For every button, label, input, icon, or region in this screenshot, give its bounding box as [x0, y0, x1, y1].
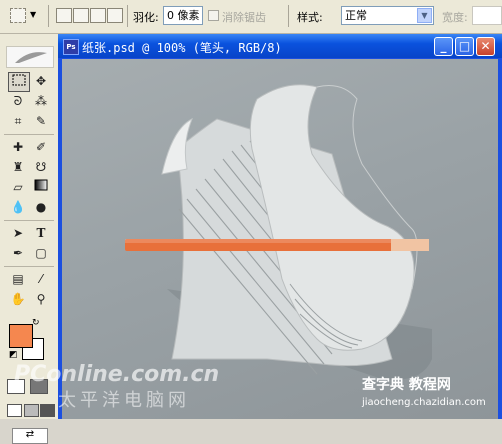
marquee-preset-icon[interactable]	[10, 8, 26, 23]
watermark-left-text: PConline.com.cn	[14, 362, 220, 387]
feather-input[interactable]: 0 像素	[163, 6, 203, 25]
foreground-color-swatch[interactable]	[9, 324, 33, 348]
type-tool-icon[interactable]: T	[31, 224, 51, 242]
divider	[288, 5, 289, 27]
screen-mode-menu-icon[interactable]	[24, 404, 39, 417]
watermark-right-text: 查字典 教程网	[362, 376, 451, 393]
eyedropper-icon[interactable]: ⁄	[31, 270, 51, 288]
clone-stamp-icon[interactable]: ♜	[8, 158, 28, 176]
style-select-value: 正常	[345, 9, 367, 22]
zoom-icon[interactable]: ⚲	[31, 290, 51, 308]
divider	[48, 5, 49, 27]
notes-icon[interactable]: ▤	[8, 270, 28, 288]
slice-icon[interactable]: ✎	[31, 112, 51, 130]
close-button[interactable]: ✕	[476, 37, 495, 56]
width-input[interactable]	[472, 6, 502, 25]
maximize-button[interactable]: □	[455, 37, 474, 56]
antialias-checkbox[interactable]	[208, 10, 219, 21]
move-tool-icon[interactable]: ✥	[31, 72, 51, 90]
style-label: 样式:	[297, 11, 323, 24]
add-selection-icon[interactable]	[73, 8, 89, 23]
blur-icon[interactable]: 💧	[8, 198, 28, 216]
divider	[127, 5, 128, 27]
antialias-label: 消除锯齿	[222, 11, 266, 24]
options-bar: ▼ 羽化: 0 像素 消除锯齿 样式: 正常 ▼ 宽度:	[0, 0, 502, 34]
watermark-left-sub: 太平洋电脑网	[58, 390, 190, 411]
hand-icon[interactable]: ✋	[8, 290, 28, 308]
chevron-down-icon[interactable]: ▼	[30, 10, 36, 19]
divider	[4, 220, 54, 221]
brush-icon[interactable]: ✐	[31, 138, 51, 156]
feather-logo-icon	[6, 46, 54, 68]
magic-wand-icon[interactable]: ⁂	[31, 92, 51, 110]
pencil-tip	[391, 239, 429, 251]
style-select[interactable]: 正常 ▼	[341, 6, 434, 25]
crop-icon[interactable]: ⌗	[8, 112, 28, 130]
divider	[4, 134, 54, 135]
intersect-selection-icon[interactable]	[107, 8, 123, 23]
minimize-button[interactable]: _	[434, 37, 453, 56]
document-titlebar[interactable]: Ps 纸张.psd @ 100% (笔头, RGB/8) _ □ ✕	[58, 34, 502, 58]
lasso-icon[interactable]: ᘐ	[8, 92, 28, 110]
watermark-right-url: jiaocheng.chazidian.com	[361, 397, 486, 408]
pencil-highlight	[125, 239, 413, 243]
document-title: 纸张.psd @ 100% (笔头, RGB/8)	[82, 41, 282, 55]
history-brush-icon[interactable]: ☋	[31, 158, 51, 176]
jump-to-imageready-icon[interactable]: ⇄	[12, 428, 48, 444]
gradient-icon[interactable]	[31, 178, 51, 196]
subtract-selection-icon[interactable]	[90, 8, 106, 23]
chevron-down-icon[interactable]: ▼	[417, 8, 432, 23]
path-selection-icon[interactable]: ➤	[8, 224, 28, 242]
shape-icon[interactable]: ▢	[31, 244, 51, 262]
default-colors-icon[interactable]: ◩	[9, 350, 18, 360]
dodge-icon[interactable]: ●	[31, 198, 51, 216]
screen-mode-icon[interactable]	[7, 404, 22, 417]
healing-brush-icon[interactable]: ✚	[8, 138, 28, 156]
width-label: 宽度:	[442, 11, 468, 24]
feather-label: 羽化:	[133, 11, 159, 24]
full-screen-icon[interactable]	[40, 404, 55, 417]
eraser-icon[interactable]: ▱	[8, 178, 28, 196]
photoshop-doc-icon: Ps	[63, 39, 79, 55]
new-selection-icon[interactable]	[56, 8, 72, 23]
swap-colors-icon[interactable]: ↻	[32, 318, 42, 328]
pen-icon[interactable]: ✒	[8, 244, 28, 262]
rectangular-marquee-icon[interactable]	[8, 72, 30, 92]
divider	[4, 266, 54, 267]
